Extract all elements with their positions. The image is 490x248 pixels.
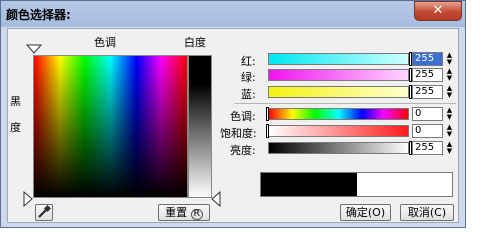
blue-spinner[interactable]: ▲ ▼ (445, 85, 454, 99)
original-color-swatch (261, 173, 357, 196)
blackness-pointer[interactable] (23, 190, 33, 210)
saturation-spinner[interactable]: ▲ ▼ (445, 124, 454, 138)
red-value-input[interactable]: 255 (412, 52, 443, 66)
cancel-button[interactable]: 取消(C) (400, 204, 454, 221)
reset-label: 重置 (165, 206, 188, 219)
cancel-label: 取消 (407, 206, 430, 219)
hue-blackness-field[interactable] (33, 55, 188, 198)
title-bar: 颜色选择器: ✕ (1, 1, 465, 27)
ok-button[interactable]: 确定(O) (340, 204, 391, 221)
separator (234, 103, 456, 104)
hue-slider-thumb[interactable] (266, 107, 269, 121)
value-value-input[interactable]: 255 (412, 141, 443, 155)
window-title: 颜色选择器: (6, 8, 71, 22)
dialog-body: 色调 白度 黑 度 重置 R 红: 255 ▲ ▼ 绿: 255 ▲ ▼ 蓝: … (7, 28, 459, 223)
green-label: 绿: (241, 71, 256, 84)
brightness-header: 白度 (184, 36, 206, 49)
hue-value-input[interactable]: 0 (412, 107, 443, 121)
saturation-label: 饱和度: (220, 127, 257, 140)
green-value-input[interactable]: 255 (412, 68, 443, 82)
ok-label: 确定 (345, 206, 368, 219)
new-color-swatch (356, 173, 452, 196)
saturation-slider[interactable] (268, 125, 409, 137)
color-picker-window: 颜色选择器: ✕ 色调 白度 黑 度 重置 R 红: 255 ▲ ▼ 绿: 25… (0, 0, 466, 228)
brightness-slider[interactable] (188, 55, 212, 198)
cancel-shortcut: (C) (429, 206, 447, 219)
hue-label: 色调: (230, 110, 256, 123)
close-button[interactable]: ✕ (414, 1, 462, 21)
hue-slider[interactable] (268, 108, 409, 120)
blue-slider[interactable] (268, 86, 409, 98)
red-spinner[interactable]: ▲ ▼ (445, 52, 454, 66)
value-slider[interactable] (268, 142, 409, 154)
value-spinner[interactable]: ▲ ▼ (445, 141, 454, 155)
saturation-slider-thumb[interactable] (266, 124, 269, 138)
green-slider[interactable] (268, 69, 409, 81)
brightness-pointer[interactable] (211, 190, 221, 210)
close-icon: ✕ (432, 3, 444, 18)
hue-spinner[interactable]: ▲ ▼ (445, 107, 454, 121)
blackness-label-1: 黑 (10, 95, 21, 108)
red-label: 红: (241, 55, 256, 68)
blackness-label-2: 度 (10, 121, 21, 134)
color-preview (260, 172, 453, 197)
hue-header: 色调 (94, 36, 116, 49)
reset-shortcut: R (190, 209, 203, 220)
value-label: 亮度: (230, 144, 256, 157)
eyedropper-icon (38, 204, 52, 218)
green-spinner[interactable]: ▲ ▼ (445, 68, 454, 82)
blue-value-input[interactable]: 255 (412, 85, 443, 99)
blue-label: 蓝: (241, 88, 256, 101)
ok-shortcut: (O) (367, 206, 386, 219)
red-slider[interactable] (268, 53, 409, 65)
saturation-value-input[interactable]: 0 (412, 124, 443, 138)
reset-button[interactable]: 重置 R (158, 204, 210, 221)
eyedropper-button[interactable] (35, 204, 53, 221)
